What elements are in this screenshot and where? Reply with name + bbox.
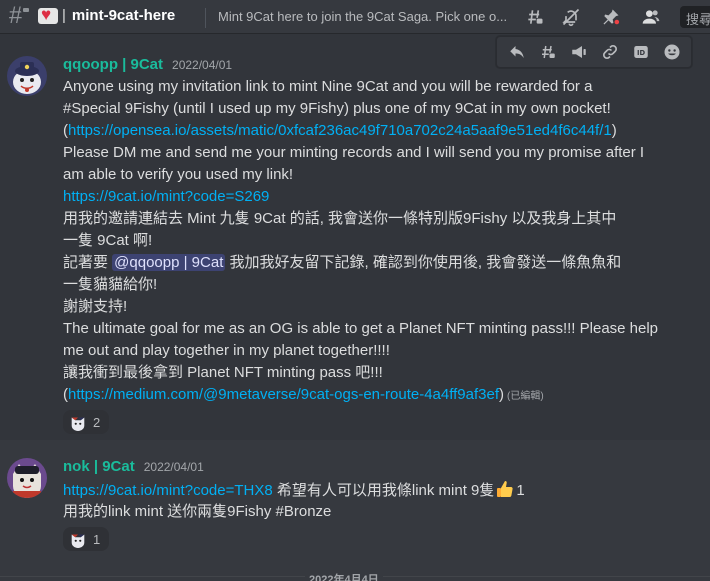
reaction-button[interactable]: 1 <box>63 527 110 551</box>
thread-icon[interactable] <box>537 41 559 63</box>
author-name[interactable]: nok | 9Cat <box>63 458 135 475</box>
mint-link[interactable]: https://9cat.io/mint?code=THX8 <box>63 482 273 499</box>
date-divider-label: 2022年4月4日 <box>305 571 383 581</box>
message-text: me out and play together in my planet to… <box>63 342 390 359</box>
opensea-link[interactable]: https://opensea.io/assets/matic/0xfcaf23… <box>68 122 612 139</box>
message-text: https://9cat.io/mint?code=THX8 希望有人可以用我條… <box>63 479 525 502</box>
timestamp: 2022/04/01 <box>143 460 204 474</box>
channel-topic[interactable]: Mint 9Cat here to join the 9Cat Saga. Pi… <box>218 9 518 24</box>
message-text: (https://medium.com/@9metaverse/9cat-ogs… <box>63 386 544 403</box>
message-text: 一隻貓貓給你! <box>63 276 158 293</box>
message-header: nok | 9Cat 2022/04/01 <box>63 458 204 475</box>
thumbs-up-icon <box>497 481 514 498</box>
threads-icon[interactable] <box>524 6 546 28</box>
reply-icon[interactable] <box>506 41 528 63</box>
timestamp: 2022/04/01 <box>172 58 233 72</box>
link-icon[interactable] <box>599 41 621 63</box>
emoji-icon[interactable] <box>661 41 683 63</box>
members-icon[interactable] <box>640 6 662 28</box>
channel-header: # | mint-9cat-here Mint 9Cat here to joi… <box>0 0 710 34</box>
reaction-button[interactable]: 2 <box>63 410 110 434</box>
heart-emoji-icon <box>38 5 58 25</box>
message-text: 記著要 @qqoopp | 9Cat 我加我好友留下記錄, 確認到你使用後, 我… <box>63 254 622 271</box>
message-text: (https://opensea.io/assets/matic/0xfcaf2… <box>63 122 617 139</box>
9cat-emoji-icon <box>71 534 85 548</box>
message-text: https://9cat.io/mint?code=S269 <box>63 186 269 208</box>
mute-icon[interactable] <box>560 6 582 28</box>
message-text: The ultimate goal for me as an OG is abl… <box>63 320 659 337</box>
avatar[interactable] <box>7 458 47 498</box>
message-text: 謝謝支持! <box>63 298 128 315</box>
message-text: Please DM me and send me your minting re… <box>63 144 645 161</box>
message-text: 用我的邀請連結去 Mint 九隻 9Cat 的話, 我會送你一條特別版9Fish… <box>63 210 617 227</box>
header-divider <box>205 8 206 28</box>
message-header: qqoopp | 9Cat 2022/04/01 <box>63 56 232 73</box>
pin-icon[interactable] <box>600 6 622 28</box>
edited-label: (已編輯) <box>507 391 544 402</box>
channel-title: | mint-9cat-here <box>38 5 176 25</box>
message-text: am able to verify you used my link! <box>63 166 294 183</box>
medium-link[interactable]: https://medium.com/@9metaverse/9cat-ogs-… <box>68 386 499 403</box>
search-input[interactable]: 搜尋 <box>680 6 710 28</box>
author-name[interactable]: qqoopp | 9Cat <box>63 56 163 73</box>
message-text: #Special 9Fishy (until I used up my 9Fis… <box>63 100 611 117</box>
channel-hash-icon: # <box>9 4 31 28</box>
message-text: 一隻 9Cat 啊! <box>63 232 153 249</box>
user-mention[interactable]: @qqoopp | 9Cat <box>112 254 226 271</box>
message-text: 讓我衝到最後拿到 Planet NFT minting pass 吧!!! <box>63 364 383 381</box>
svg-text:ID: ID <box>636 49 645 57</box>
channel-name: mint-9cat-here <box>71 7 176 24</box>
reaction-count: 1 <box>93 531 101 547</box>
9cat-emoji-icon <box>71 417 85 431</box>
message-text: Anyone using my invitation link to mint … <box>63 78 593 95</box>
avatar[interactable] <box>7 56 47 96</box>
id-icon[interactable]: ID <box>630 41 652 63</box>
speaker-icon[interactable] <box>568 41 590 63</box>
mint-link[interactable]: https://9cat.io/mint?code=S269 <box>63 188 269 205</box>
message-action-bar: ID <box>496 36 692 68</box>
message-text: 用我的link mint 送你兩隻9Fishy #Bronze <box>63 503 332 520</box>
reaction-count: 2 <box>93 414 101 430</box>
channel-separator: | <box>62 7 66 24</box>
